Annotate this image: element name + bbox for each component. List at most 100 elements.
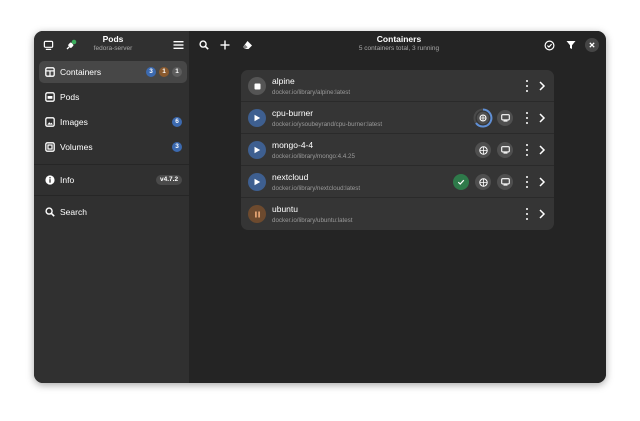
container-name: ubuntu	[272, 204, 298, 214]
sidebar: Pods fedora-server Containers 3 1 1 Pods…	[34, 31, 189, 383]
images-icon	[45, 117, 55, 127]
page-title: Containers	[376, 34, 422, 44]
sidebar-item-images[interactable]: Images 6	[39, 111, 187, 133]
container-menu-button[interactable]	[523, 111, 531, 125]
filter-button[interactable]	[564, 38, 578, 52]
close-window-button[interactable]	[585, 38, 599, 52]
volumes-icon	[45, 142, 55, 152]
connection-name: fedora-server	[93, 45, 133, 52]
menu-dots-icon	[525, 80, 529, 83]
menu-dots-icon	[525, 176, 529, 179]
start-container-button[interactable]	[248, 77, 266, 95]
sidebar-divider	[34, 164, 189, 165]
search-icon	[45, 207, 55, 217]
play-icon	[254, 114, 261, 122]
sidebar-item-label: Containers	[60, 67, 102, 77]
main-menu-button[interactable]	[171, 38, 185, 52]
sidebar-item-label: Info	[60, 175, 75, 185]
stop-container-button[interactable]	[248, 109, 266, 127]
paused-count-badge: 1	[159, 67, 169, 77]
connections-button[interactable]	[41, 38, 55, 52]
chevron-right-icon[interactable]	[537, 80, 547, 92]
container-name: cpu-burner	[272, 108, 314, 118]
info-icon	[45, 175, 55, 185]
main-content: Containers 5 containers total, 3 running	[189, 31, 606, 383]
container-row-alpine[interactable]: alpine docker.io/library/alpine:latest	[241, 70, 554, 102]
pause-icon	[254, 211, 260, 217]
stop-icon	[254, 83, 260, 89]
menu-dots-icon	[525, 112, 529, 115]
sidebar-item-containers[interactable]: Containers 3 1 1	[39, 61, 187, 83]
sidebar-item-volumes[interactable]: Volumes 3	[39, 136, 187, 158]
container-row-nextcloud[interactable]: nextcloud docker.io/library/nextcloud:la…	[241, 166, 554, 198]
computer-icon	[43, 40, 53, 50]
volumes-count-badge: 3	[172, 142, 182, 152]
container-name: nextcloud	[272, 172, 309, 182]
container-menu-button[interactable]	[523, 207, 531, 221]
chevron-right-icon[interactable]	[537, 144, 547, 156]
sidebar-item-label: Search	[60, 207, 87, 217]
containers-icon	[45, 67, 55, 77]
container-image: docker.io/ysoubeyrand/cpu-burner:latest	[272, 121, 383, 128]
sidebar-item-label: Pods	[60, 92, 80, 102]
sidebar-item-pods[interactable]: Pods	[39, 86, 187, 108]
filter-icon	[566, 41, 576, 49]
create-container-button[interactable]	[218, 38, 232, 52]
open-terminal-button[interactable]	[497, 142, 513, 158]
eraser-icon	[242, 40, 252, 49]
open-ports-button[interactable]	[475, 142, 491, 158]
open-terminal-button[interactable]	[497, 110, 513, 126]
container-menu-button[interactable]	[523, 79, 531, 93]
close-icon	[589, 42, 595, 48]
search-icon	[199, 40, 209, 50]
sidebar-header: Pods fedora-server	[34, 31, 189, 58]
cpu-usage-ring	[473, 108, 493, 128]
sidebar-divider	[34, 195, 189, 196]
stopped-count-badge: 1	[172, 67, 182, 77]
hamburger-menu-icon	[173, 41, 183, 49]
app-title: Pods	[102, 34, 124, 44]
container-row-mongo-4-4[interactable]: mongo-4-4 docker.io/library/mongo:4.4.25	[241, 134, 554, 166]
container-row-cpu-burner[interactable]: cpu-burner docker.io/ysoubeyrand/cpu-bur…	[241, 102, 554, 134]
sidebar-item-label: Images	[60, 117, 88, 127]
stop-container-button[interactable]	[248, 173, 266, 191]
open-ports-button[interactable]	[475, 174, 491, 190]
check-circle-icon	[543, 39, 555, 51]
terminal-icon	[500, 178, 510, 186]
prune-button[interactable]	[240, 38, 254, 52]
container-image: docker.io/library/alpine:latest	[272, 89, 351, 96]
app-window: Pods fedora-server Containers 3 1 1 Pods…	[34, 31, 606, 383]
container-image: docker.io/library/mongo:4.4.25	[272, 153, 355, 160]
stop-container-button[interactable]	[248, 141, 266, 159]
menu-dots-icon	[525, 208, 529, 211]
version-badge: v4.7.2	[156, 175, 183, 185]
menu-dots-icon	[525, 144, 529, 147]
chevron-right-icon[interactable]	[537, 208, 547, 220]
container-menu-button[interactable]	[523, 175, 531, 189]
header-bar: Containers 5 containers total, 3 running	[189, 31, 606, 58]
container-row-ubuntu[interactable]: ubuntu docker.io/library/ubuntu:latest	[241, 198, 554, 230]
images-count-badge: 6	[172, 117, 182, 127]
search-button[interactable]	[197, 38, 211, 52]
container-list: alpine docker.io/library/alpine:latest c…	[241, 70, 554, 230]
container-menu-button[interactable]	[523, 143, 531, 157]
pods-icon	[45, 92, 55, 102]
chevron-right-icon[interactable]	[537, 176, 547, 188]
sidebar-item-search[interactable]: Search	[39, 201, 187, 223]
plus-icon	[220, 40, 230, 50]
open-terminal-button[interactable]	[497, 174, 513, 190]
container-image: docker.io/library/nextcloud:latest	[272, 185, 361, 192]
page-subtitle: 5 containers total, 3 running	[358, 45, 440, 52]
globe-icon	[478, 145, 488, 155]
select-mode-button[interactable]	[542, 38, 556, 52]
container-name: mongo-4-4	[272, 140, 314, 150]
chevron-right-icon[interactable]	[537, 112, 547, 124]
sidebar-item-info[interactable]: Info v4.7.2	[39, 169, 187, 191]
health-status-badge	[453, 174, 469, 190]
container-image: docker.io/library/ubuntu:latest	[272, 217, 353, 224]
globe-icon	[478, 177, 488, 187]
terminal-icon	[500, 146, 510, 154]
sidebar-item-label: Volumes	[60, 142, 93, 152]
resume-container-button[interactable]	[248, 205, 266, 223]
container-name: alpine	[272, 76, 295, 86]
